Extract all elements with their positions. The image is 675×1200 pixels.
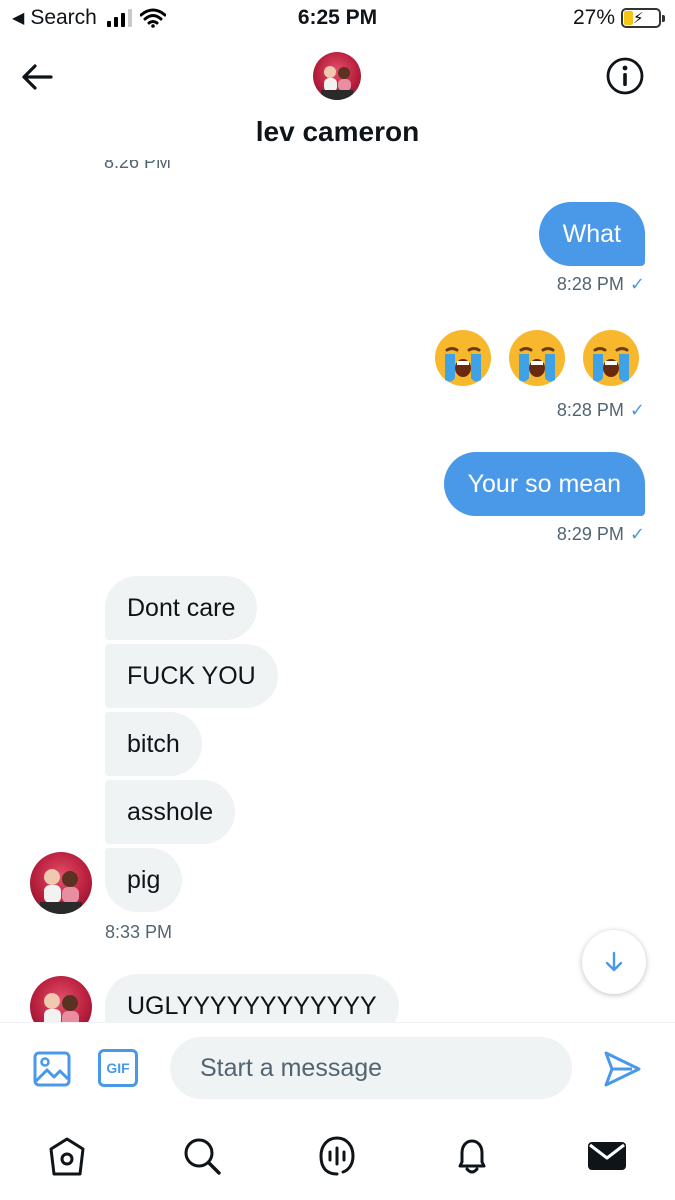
message-bubble-incoming[interactable]: pig <box>105 848 183 912</box>
message-input[interactable] <box>170 1037 572 1099</box>
message-text: pig <box>127 865 161 894</box>
scroll-to-bottom-button[interactable] <box>582 930 646 994</box>
messages-icon[interactable] <box>585 1134 629 1178</box>
message-bubble-incoming[interactable]: Dont care <box>105 576 258 640</box>
contact-name: lev cameron <box>255 116 420 147</box>
read-check-icon: ✓ <box>629 524 645 544</box>
home-icon[interactable] <box>45 1134 89 1178</box>
message-text: What <box>562 219 621 248</box>
read-check-icon: ✓ <box>629 274 645 294</box>
battery-percent: 27% <box>572 6 615 29</box>
avatar[interactable] <box>30 852 92 914</box>
loudly-crying-face-icon <box>583 330 639 386</box>
search-icon[interactable] <box>180 1134 224 1178</box>
message-text: Dont care <box>127 593 236 622</box>
message-text: FUCK YOU <box>127 661 256 690</box>
message-text: asshole <box>127 797 214 826</box>
arrow-down-icon <box>605 951 623 972</box>
message-time: 8:28 PM <box>556 274 624 294</box>
message-bubble-outgoing[interactable]: Your so mean <box>443 452 645 516</box>
message-meta: 8:28 PM ✓ <box>557 400 645 421</box>
read-check-icon: ✓ <box>629 400 645 420</box>
bottom-navigation <box>0 1114 675 1200</box>
message-composer: GIF <box>0 1022 675 1114</box>
status-bar: ◀ Search 6:25 PM 27% ⚡ <box>0 0 675 40</box>
notifications-icon[interactable] <box>450 1134 494 1178</box>
message-time: 8:33 PM <box>105 922 173 942</box>
message-time: 8:29 PM <box>556 524 624 544</box>
message-text: bitch <box>127 729 180 758</box>
message-emoji-outgoing[interactable] <box>433 328 641 388</box>
gif-label: GIF <box>106 1060 130 1076</box>
conversation-header: lev cameron <box>0 40 675 170</box>
spaces-icon[interactable] <box>315 1134 359 1178</box>
message-bubble-incoming[interactable]: bitch <box>105 712 202 776</box>
message-text: Your so mean <box>467 469 621 498</box>
message-text: UGLYYYYYYYYYYYY <box>127 991 377 1020</box>
partial-timestamp: 8:26 PM <box>104 160 172 170</box>
battery-charging-icon: ⚡ <box>621 8 665 28</box>
avatar[interactable] <box>313 52 361 100</box>
message-bubble-outgoing[interactable]: What <box>538 202 645 266</box>
image-icon[interactable] <box>32 1049 72 1089</box>
message-time: 8:28 PM <box>556 400 624 420</box>
message-bubble-incoming[interactable]: asshole <box>105 780 236 844</box>
message-bubble-incoming[interactable]: FUCK YOU <box>105 644 278 708</box>
message-meta: 8:29 PM ✓ <box>557 524 645 545</box>
status-battery: 27% ⚡ <box>572 6 665 30</box>
loudly-crying-face-icon <box>435 330 491 386</box>
info-icon[interactable] <box>605 56 645 96</box>
message-meta: 8:28 PM ✓ <box>557 274 645 295</box>
send-icon[interactable] <box>602 1049 642 1089</box>
loudly-crying-face-icon <box>509 330 565 386</box>
gif-icon[interactable]: GIF <box>98 1049 138 1087</box>
back-arrow-icon[interactable] <box>18 58 56 96</box>
